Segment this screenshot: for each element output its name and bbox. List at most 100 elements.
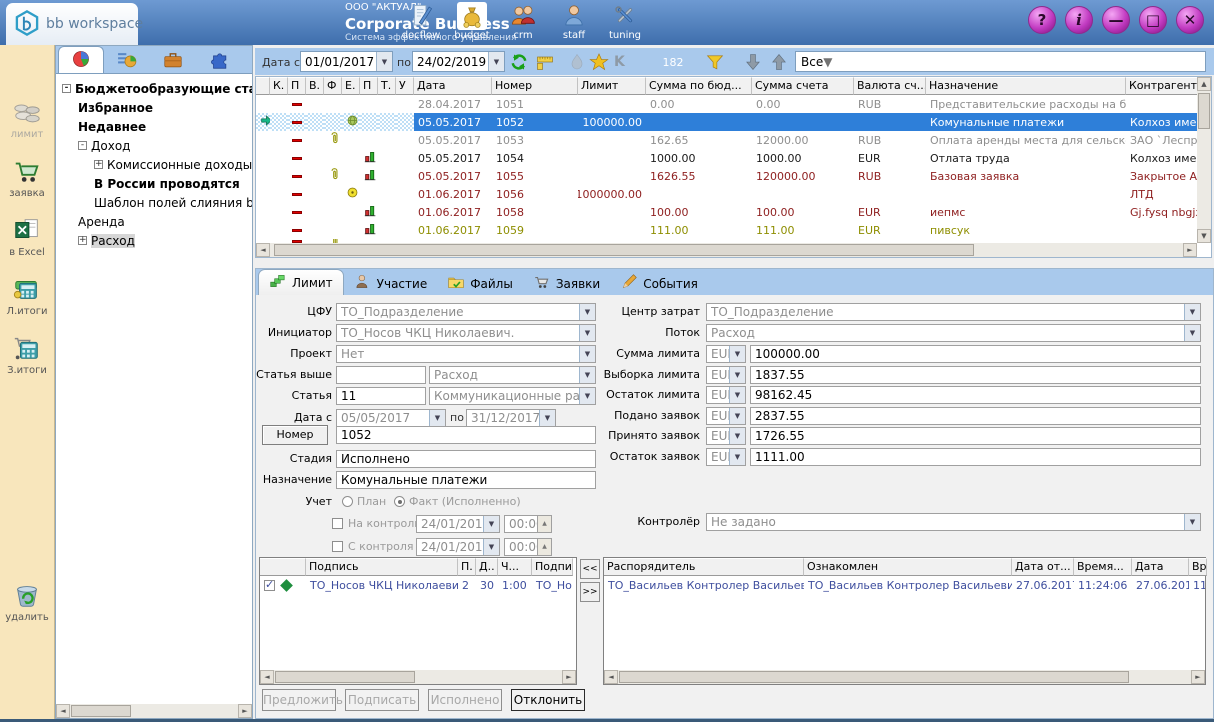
approvals-hscrollbar[interactable] (604, 670, 1205, 684)
scroll-right-button[interactable] (1183, 243, 1197, 257)
article-code-field[interactable]: 11 (336, 387, 426, 405)
grid-col-У[interactable]: У (396, 77, 414, 95)
tree-item[interactable]: Недавнее (56, 117, 252, 136)
scroll-thumb[interactable] (274, 244, 974, 256)
scroll-thumb[interactable] (1198, 93, 1210, 129)
grid-row[interactable]: 28.04.201710510.000.00RUBПредставительск… (256, 95, 1211, 113)
grid-row[interactable]: 05.05.20171053162.6512000.00RUBОплата ар… (256, 131, 1211, 149)
action-button-1[interactable]: Предложить (262, 689, 336, 711)
grid-row[interactable]: 05.05.201710541000.001000.00EURОтлата тр… (256, 149, 1211, 167)
module-budget[interactable]: budget (449, 2, 495, 41)
grid-col-В.[interactable]: В. (306, 77, 324, 95)
on-control-date-select[interactable]: 24/01/2019▼ (416, 515, 500, 533)
info-button[interactable]: i (1065, 6, 1093, 34)
tree-item[interactable]: В России проводятся (56, 174, 252, 193)
signed-checkbox[interactable] (264, 580, 275, 591)
scroll-left-button[interactable] (604, 670, 618, 684)
number-button[interactable]: Номер (262, 425, 328, 445)
help-button[interactable]: ? (1028, 6, 1056, 34)
grid-col-Т.[interactable]: Т. (378, 77, 396, 95)
article-above-code-field[interactable] (336, 366, 426, 384)
scroll-thumb[interactable] (619, 671, 1129, 683)
action-button-2[interactable]: Подписать (345, 689, 419, 711)
refresh-icon[interactable] (509, 52, 529, 75)
scroll-track[interactable] (270, 243, 1183, 257)
grid-row[interactable]: 01.06.201710561000000.00ЛТД (256, 185, 1211, 203)
requests-accepted-field[interactable]: 1726.55 (750, 427, 1201, 445)
grid-col-Сумма по бюд...[interactable]: Сумма по бюд... (646, 77, 752, 95)
grid-hscrollbar[interactable] (256, 243, 1197, 257)
stage-field[interactable]: Исполнено (336, 450, 596, 468)
scroll-up-button[interactable] (1197, 77, 1211, 91)
close-button[interactable]: ✕ (1176, 6, 1204, 34)
scroll-track[interactable] (70, 704, 238, 718)
period-from-select[interactable]: 05/05/2017▼ (336, 409, 446, 427)
signatures-hscrollbar[interactable] (260, 670, 576, 684)
scroll-right-button[interactable] (238, 704, 252, 718)
grid-row[interactable]: 01.06.20171059111.00111.00EURпивсук (256, 221, 1211, 239)
sidebar-item-5[interactable]: З.итоги (7, 333, 47, 376)
grid-row[interactable]: 01.06.20171058100.00100.00EURиепмсGj.fys… (256, 203, 1211, 221)
scroll-thumb[interactable] (275, 671, 415, 683)
approvals-col-Ознакомлен[interactable]: Ознакомлен (804, 558, 1012, 576)
scroll-left-button[interactable] (56, 704, 70, 718)
module-docflow[interactable]: docflow (398, 2, 444, 41)
approval-row[interactable]: ТО_Васильев Контролер ВасильевичТО_Васил… (604, 576, 1205, 594)
tree-hscrollbar[interactable] (56, 704, 252, 718)
minimize-button[interactable]: — (1102, 6, 1130, 34)
module-crm[interactable]: crm (500, 2, 546, 41)
number-field[interactable]: 1052 (336, 426, 596, 444)
tab-События[interactable]: События (610, 272, 708, 295)
grid-vscrollbar[interactable] (1197, 77, 1211, 243)
move-left-button[interactable]: << (580, 559, 600, 579)
approvals-col-Дата[interactable]: Дата (1132, 558, 1189, 576)
grid-col-Контрагент[interactable]: Контрагент (1126, 77, 1199, 95)
scroll-thumb[interactable] (71, 705, 131, 717)
grid-col-Ф[interactable]: Ф (324, 77, 342, 95)
grid-col-indicator[interactable] (256, 77, 270, 95)
signatures-col-Подпис[interactable]: Подпис (532, 558, 573, 576)
article-above-select[interactable]: Расход▼ (429, 366, 596, 384)
signatures-col-Д..[interactable]: Д.. (476, 558, 498, 576)
tree-item[interactable]: Избранное (56, 98, 252, 117)
funnel-icon[interactable] (705, 52, 725, 75)
approvals-col-Дата от...[interactable]: Дата от... (1012, 558, 1074, 576)
signatures-col-П.[interactable]: П. (458, 558, 476, 576)
scroll-track[interactable] (274, 670, 562, 684)
tree-tab-1[interactable] (58, 46, 104, 73)
star-icon[interactable] (589, 52, 609, 75)
scroll-down-button[interactable] (1197, 229, 1211, 243)
approvals-col-Вр[interactable]: Вр (1189, 558, 1207, 576)
grid-row[interactable]: 05.05.201710551626.55120000.00RUBБазовая… (256, 167, 1211, 185)
module-tuning[interactable]: tuning (602, 2, 648, 41)
date-to-select[interactable]: 24/02/2019▼ (412, 51, 505, 72)
cost-center-select[interactable]: ТО_Подразделение▼ (706, 303, 1201, 321)
limit-rest-field[interactable]: 98162.45 (750, 386, 1201, 404)
grid-col-Дата[interactable]: Дата (414, 77, 492, 95)
sidebar-item-2[interactable]: заявка (9, 156, 45, 199)
k-icon[interactable]: K (614, 54, 625, 70)
tab-Заявки[interactable]: Заявки (523, 272, 610, 295)
tree-item[interactable]: +Расход (56, 231, 252, 250)
tree-item[interactable]: Аренда (56, 212, 252, 231)
chevron-down-icon[interactable]: ▼ (488, 52, 504, 71)
sidebar-item-4[interactable]: Л.итоги (7, 274, 48, 317)
requests-submitted-field[interactable]: 2837.55 (750, 407, 1201, 425)
scroll-left-button[interactable] (256, 243, 270, 257)
requests-submitted-currency-select[interactable]: EUR▼ (706, 407, 746, 425)
from-control-time-field[interactable]: 00:00▲▼ (504, 538, 552, 556)
expand-icon[interactable]: + (78, 236, 87, 245)
period-to-select[interactable]: 31/12/2017▼ (466, 409, 556, 427)
requests-rest-currency-select[interactable]: EUR▼ (706, 448, 746, 466)
tree-item[interactable]: Шаблон полей слияния bb (56, 193, 252, 212)
grid-col-Е.[interactable]: Е. (342, 77, 360, 95)
grid-col-П[interactable]: П (288, 77, 306, 95)
action-button-4[interactable]: Отклонить (511, 689, 585, 711)
fact-radio[interactable] (394, 496, 405, 507)
collapse-icon[interactable]: - (62, 84, 71, 93)
sidebar-item-3[interactable]: в Excel (9, 215, 45, 258)
scroll-left-button[interactable] (260, 670, 274, 684)
requests-accepted-currency-select[interactable]: EUR▼ (706, 427, 746, 445)
article-name-select[interactable]: Коммуникационные расходы▼ (429, 387, 596, 405)
ruler-icon[interactable] (535, 52, 555, 75)
